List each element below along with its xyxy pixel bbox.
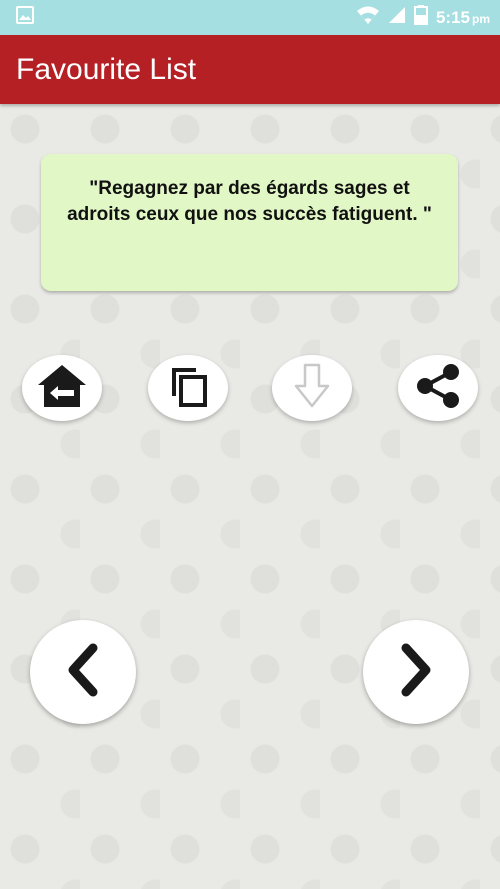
status-bar: 5:15 pm [0, 0, 500, 35]
previous-button[interactable] [30, 620, 136, 724]
next-button[interactable] [363, 620, 469, 724]
share-icon [413, 361, 463, 416]
share-button[interactable] [398, 355, 478, 421]
app-bar: Favourite List [0, 35, 500, 104]
image-icon [16, 6, 34, 29]
chevron-left-icon [63, 642, 103, 703]
download-button[interactable] [272, 355, 352, 421]
wifi-icon [356, 5, 380, 30]
status-time-ampm: pm [472, 11, 490, 26]
signal-icon [388, 6, 406, 29]
copy-icon [166, 364, 210, 413]
chevron-right-icon [396, 642, 436, 703]
page-title: Favourite List [16, 52, 197, 86]
copy-button[interactable] [148, 355, 228, 421]
status-time-value: 5:15 [435, 7, 470, 27]
home-back-icon [36, 363, 88, 414]
quote-card: "Regagnez par des égards sages et adroit… [41, 154, 458, 291]
download-icon [292, 362, 332, 415]
battery-icon [413, 5, 428, 30]
quote-text: "Regagnez par des égards sages et adroit… [67, 178, 432, 225]
home-button[interactable] [22, 355, 102, 421]
status-time: 5:15 pm [436, 8, 490, 28]
